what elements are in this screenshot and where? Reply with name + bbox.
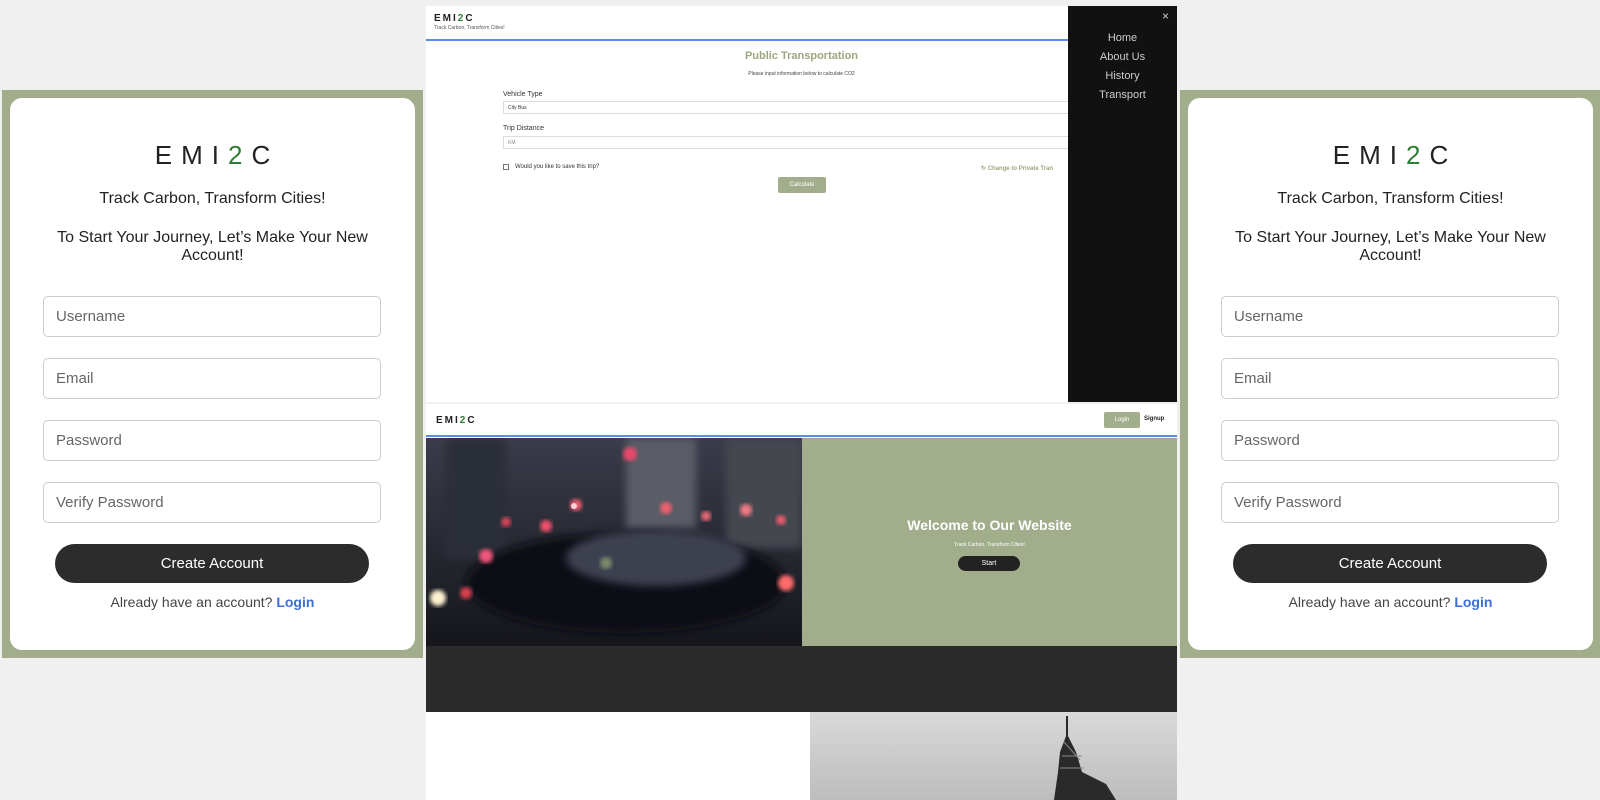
create-account-button[interactable]: Create Account bbox=[55, 544, 369, 583]
logo[interactable]: EMI2C bbox=[434, 13, 475, 24]
logo-text: EMI bbox=[436, 415, 460, 426]
logo-text-suffix: C bbox=[251, 140, 280, 170]
logo-accent: 2 bbox=[1405, 140, 1430, 170]
tower-photo bbox=[1054, 716, 1116, 800]
logo[interactable]: EMI2C bbox=[436, 415, 477, 426]
logo-text-suffix: C bbox=[1429, 140, 1458, 170]
signup-prompt: To Start Your Journey, Let’s Make Your N… bbox=[1235, 229, 1546, 264]
login-link[interactable]: Login bbox=[276, 594, 314, 610]
vehicle-type-select[interactable]: City Bus bbox=[503, 101, 1083, 114]
hero-panel: Welcome to Our Website Track Carbon, Tra… bbox=[802, 438, 1177, 646]
save-trip-label: Would you like to save this trip? bbox=[515, 164, 600, 170]
tower-image bbox=[810, 712, 1177, 800]
page-title: Public Transportation bbox=[744, 50, 859, 62]
create-account-button[interactable]: Create Account bbox=[1233, 544, 1547, 583]
home-screen: EMI2C Login Signup Welcome to Our Websit… bbox=[426, 404, 1177, 800]
signup-link[interactable]: Signup bbox=[1144, 416, 1164, 422]
logo-text-suffix: C bbox=[465, 13, 475, 24]
side-menu: × Home About Us History Transport bbox=[1068, 6, 1177, 402]
signup-card: EMI2C Track Carbon, Transform Cities! To… bbox=[1188, 98, 1593, 650]
menu-item-about[interactable]: About Us bbox=[1068, 51, 1177, 63]
email-input[interactable] bbox=[43, 358, 381, 399]
username-input[interactable] bbox=[1221, 296, 1559, 337]
logo-text: EMI bbox=[1332, 140, 1406, 170]
signup-card: EMI2C Track Carbon, Transform Cities! To… bbox=[10, 98, 415, 650]
home-header: EMI2C Login Signup bbox=[426, 404, 1177, 437]
login-button[interactable]: Login bbox=[1104, 412, 1140, 428]
password-input[interactable] bbox=[43, 420, 381, 461]
save-trip-checkbox[interactable] bbox=[503, 164, 509, 170]
calculate-button[interactable]: Calculate bbox=[778, 177, 826, 193]
login-prompt: Already have an account? Login bbox=[1188, 594, 1593, 610]
menu-item-home[interactable]: Home bbox=[1068, 32, 1177, 44]
password-input[interactable] bbox=[1221, 420, 1559, 461]
header-tagline: Track Carbon, Transform Cities! bbox=[434, 25, 505, 31]
logo-text-suffix: C bbox=[467, 415, 477, 426]
verify-password-input[interactable] bbox=[1221, 482, 1559, 523]
hero-title: Welcome to Our Website bbox=[907, 517, 1072, 533]
email-input[interactable] bbox=[1221, 358, 1559, 399]
close-icon[interactable]: × bbox=[1162, 9, 1169, 23]
menu-item-history[interactable]: History bbox=[1068, 70, 1177, 82]
hero-image bbox=[426, 438, 802, 646]
logo: EMI2C bbox=[1188, 140, 1593, 171]
transport-header: EMI2C Track Carbon, Transform Cities! bbox=[426, 6, 1177, 41]
tagline: Track Carbon, Transform Cities! bbox=[99, 190, 326, 207]
have-account-text: Already have an account? bbox=[1288, 594, 1451, 610]
logo-accent: 2 bbox=[227, 140, 252, 170]
signup-panel-right: EMI2C Track Carbon, Transform Cities! To… bbox=[1180, 90, 1600, 658]
page-subtitle: Please input information below to calcul… bbox=[748, 71, 855, 77]
signup-prompt: To Start Your Journey, Let’s Make Your N… bbox=[57, 229, 368, 264]
start-button[interactable]: Start bbox=[958, 556, 1020, 571]
have-account-text: Already have an account? bbox=[110, 594, 273, 610]
logo: EMI2C bbox=[10, 140, 415, 171]
login-link[interactable]: Login bbox=[1454, 594, 1492, 610]
username-input[interactable] bbox=[43, 296, 381, 337]
change-to-private-link[interactable]: ↻ Change to Private Tran bbox=[981, 165, 1053, 172]
login-prompt: Already have an account? Login bbox=[10, 594, 415, 610]
blurred-traffic-image bbox=[426, 438, 802, 646]
tagline: Track Carbon, Transform Cities! bbox=[1277, 190, 1504, 207]
logo-text: EMI bbox=[434, 13, 458, 24]
logo-text: EMI bbox=[154, 140, 228, 170]
vehicle-type-label: Vehicle Type bbox=[503, 91, 543, 98]
trip-distance-label: Trip Distance bbox=[503, 125, 544, 132]
verify-password-input[interactable] bbox=[43, 482, 381, 523]
signup-panel-left: EMI2C Track Carbon, Transform Cities! To… bbox=[2, 90, 423, 658]
trip-distance-input[interactable]: KM bbox=[503, 136, 1083, 149]
transport-screen: EMI2C Track Carbon, Transform Cities! Pu… bbox=[426, 6, 1177, 402]
menu-item-transport[interactable]: Transport bbox=[1068, 89, 1177, 101]
dark-section bbox=[426, 646, 1177, 712]
hero-subtitle: Track Carbon, Transform Cities! bbox=[954, 542, 1025, 548]
